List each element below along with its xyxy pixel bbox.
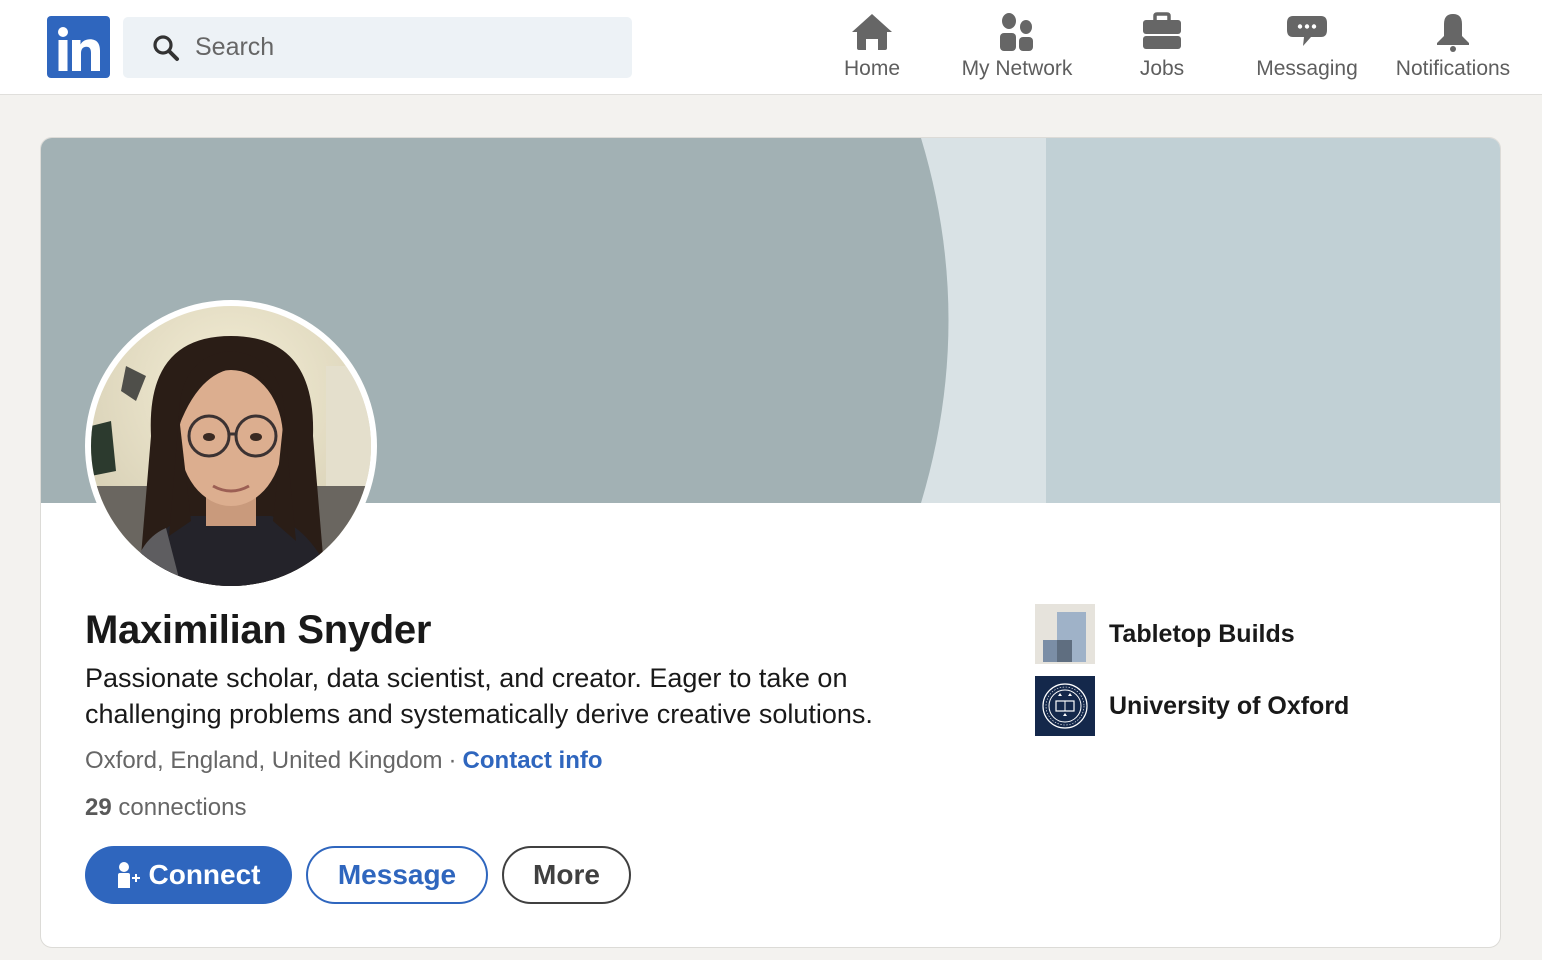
connections-count[interactable]: 29 connections bbox=[85, 794, 246, 822]
nav-label: My Network bbox=[961, 57, 1073, 80]
more-label: More bbox=[533, 859, 600, 890]
search-icon bbox=[153, 35, 179, 61]
profile-headline: Passionate scholar, data scientist, and … bbox=[85, 663, 873, 729]
more-button[interactable]: More bbox=[502, 846, 631, 904]
message-label: Message bbox=[337, 859, 457, 890]
nav-label: Jobs bbox=[1139, 57, 1185, 80]
connections-label: connections bbox=[118, 794, 247, 821]
connect-label: Connect bbox=[148, 859, 261, 890]
affiliation-name: University of Oxford bbox=[1109, 691, 1350, 720]
profile-card: Maximilian Snyder Passionate scholar, da… bbox=[40, 137, 1501, 948]
top-nav-bar: Home My Network Jobs Messaging bbox=[0, 0, 1542, 95]
profile-location-row: Oxford, England, United Kingdom · Contact … bbox=[85, 747, 603, 775]
nav-item-my-network[interactable]: My Network bbox=[947, 10, 1087, 90]
message-button[interactable]: Message bbox=[306, 846, 488, 904]
home-icon bbox=[852, 14, 892, 50]
affiliation-university-of-oxford[interactable]: University of Oxford bbox=[1035, 676, 1349, 736]
bell-icon bbox=[1437, 14, 1469, 52]
nav-label: Notifications bbox=[1395, 57, 1511, 80]
add-person-icon bbox=[117, 862, 140, 888]
avatar-portrait bbox=[91, 306, 371, 586]
chat-bubble-icon bbox=[1287, 16, 1327, 46]
affiliation-name: Tabletop Builds bbox=[1109, 619, 1295, 648]
tabletop-builds-logo bbox=[1035, 604, 1095, 664]
nav-item-messaging[interactable]: Messaging bbox=[1247, 10, 1367, 90]
search-bar[interactable] bbox=[123, 17, 632, 78]
nav-label: Messaging bbox=[1256, 57, 1358, 80]
nav-item-jobs[interactable]: Jobs bbox=[1122, 10, 1202, 90]
nav-label: Home bbox=[843, 57, 901, 80]
oxford-crest-logo bbox=[1035, 676, 1095, 736]
linkedin-in-icon bbox=[58, 27, 100, 71]
linkedin-logo[interactable] bbox=[47, 16, 110, 78]
contact-info-link[interactable]: Contact info bbox=[463, 747, 603, 774]
search-input[interactable] bbox=[195, 17, 615, 78]
briefcase-icon bbox=[1143, 12, 1181, 49]
profile-name: Maximilian Snyder bbox=[85, 608, 432, 652]
connections-number: 29 bbox=[85, 794, 112, 821]
affiliation-tabletop-builds[interactable]: Tabletop Builds bbox=[1035, 604, 1295, 664]
profile-photo[interactable] bbox=[85, 300, 377, 592]
separator-dot: · bbox=[448, 747, 457, 774]
connect-button[interactable]: Connect bbox=[85, 846, 292, 904]
nav-item-home[interactable]: Home bbox=[832, 10, 912, 90]
network-icon bbox=[1000, 13, 1033, 51]
oxford-crest-graphic bbox=[1035, 676, 1095, 736]
nav-item-notifications[interactable]: Notifications bbox=[1383, 10, 1523, 90]
profile-location: Oxford, England, United Kingdom bbox=[85, 747, 443, 774]
tabletop-builds-logo-graphic bbox=[1035, 604, 1095, 664]
